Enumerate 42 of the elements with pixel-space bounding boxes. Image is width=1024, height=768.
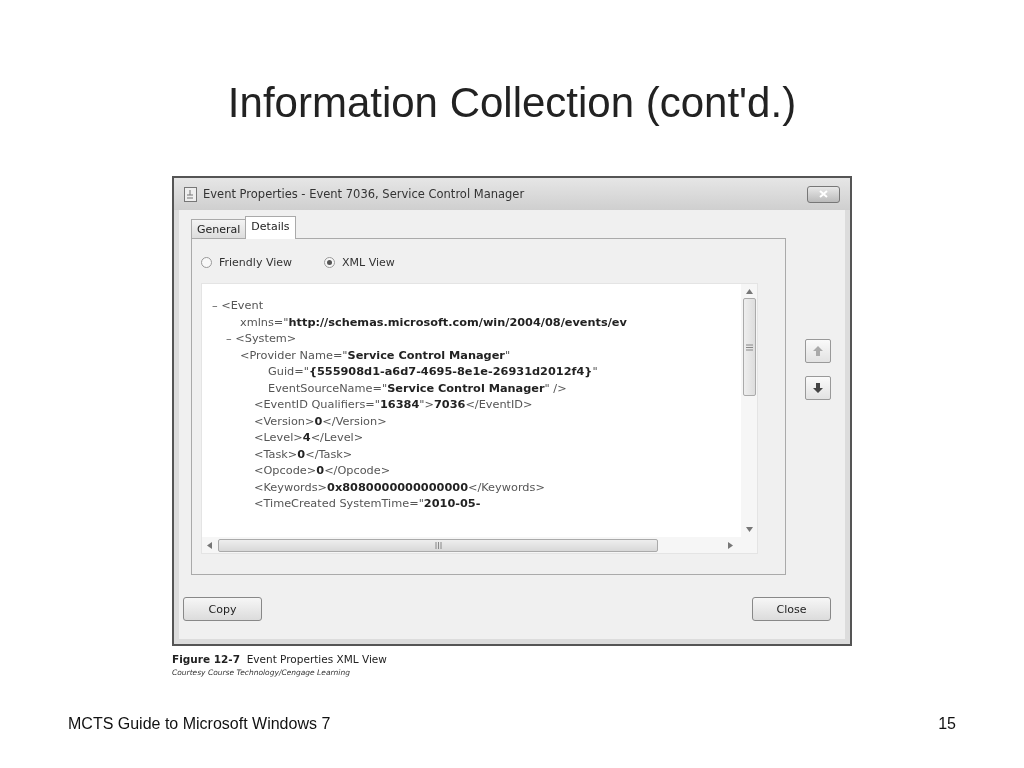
figure-caption: Figure 12-7 Event Properties XML View — [172, 653, 388, 665]
scroll-left-icon[interactable] — [207, 541, 212, 549]
scroll-thumb[interactable] — [742, 298, 756, 396]
dialog-button[interactable]: Close — [752, 597, 831, 621]
xml-line: <Provider Name="Service Control Manager" — [240, 347, 511, 364]
xml-line: – <System> — [226, 331, 297, 347]
xml-line: <Keywords>0x8080000000000000</Keywords> — [254, 479, 545, 496]
slide-title: Information Collection (cont'd.) — [226, 79, 798, 128]
xml-line: EventSourceName="Service Control Manager" /> — [268, 380, 567, 397]
radio-button[interactable] — [324, 256, 335, 268]
scroll-down-icon[interactable] — [745, 527, 753, 532]
tab[interactable]: General — [191, 219, 247, 238]
xml-line: <Version>0</Version> — [254, 413, 387, 430]
move-button[interactable] — [805, 376, 831, 400]
horizontal-scrollbar[interactable] — [202, 537, 757, 553]
xml-line: <TimeCreated SystemTime="2010-05- — [254, 496, 481, 512]
down-arrow-icon — [812, 382, 824, 394]
grip-icon — [745, 343, 753, 351]
radio-label[interactable]: XML View — [342, 255, 395, 269]
grip-icon — [434, 541, 442, 549]
vertical-scrollbar[interactable] — [741, 284, 757, 537]
scroll-up-icon[interactable] — [745, 289, 753, 294]
radio-label[interactable]: Friendly View — [219, 255, 292, 269]
scroll-right-icon[interactable] — [728, 541, 733, 549]
up-arrow-icon — [812, 345, 824, 357]
xml-line: <Level>4</Level> — [254, 430, 364, 446]
radio-button[interactable] — [201, 256, 212, 268]
xml-line: <EventID Qualifiers="16384">7036</EventID> — [254, 397, 533, 413]
xml-line: <Opcode>0</Opcode> — [254, 463, 391, 479]
tab[interactable]: Details — [245, 216, 296, 239]
window-title: Event Properties - Event 7036, Service Control Manager — [203, 187, 526, 201]
close-button[interactable] — [807, 185, 840, 203]
slide-footer: MCTS Guide to Microsoft Windows 7 — [68, 715, 331, 733]
xml-line: Guid="{555908d1-a6d7-4695-8e1e-26931d2012f4}" — [268, 364, 598, 380]
xml-line: <Task>0</Task> — [254, 446, 353, 463]
page-number: 15 — [938, 715, 956, 733]
close-icon — [819, 190, 828, 198]
document-icon — [184, 186, 197, 202]
dialog-button[interactable]: Copy — [183, 597, 262, 621]
xml-line: xmlns="http://schemas.microsoft.com/win/2004/08/events/ev — [240, 314, 627, 331]
scroll-thumb[interactable] — [218, 538, 658, 552]
xml-line: – <Event — [212, 298, 264, 314]
